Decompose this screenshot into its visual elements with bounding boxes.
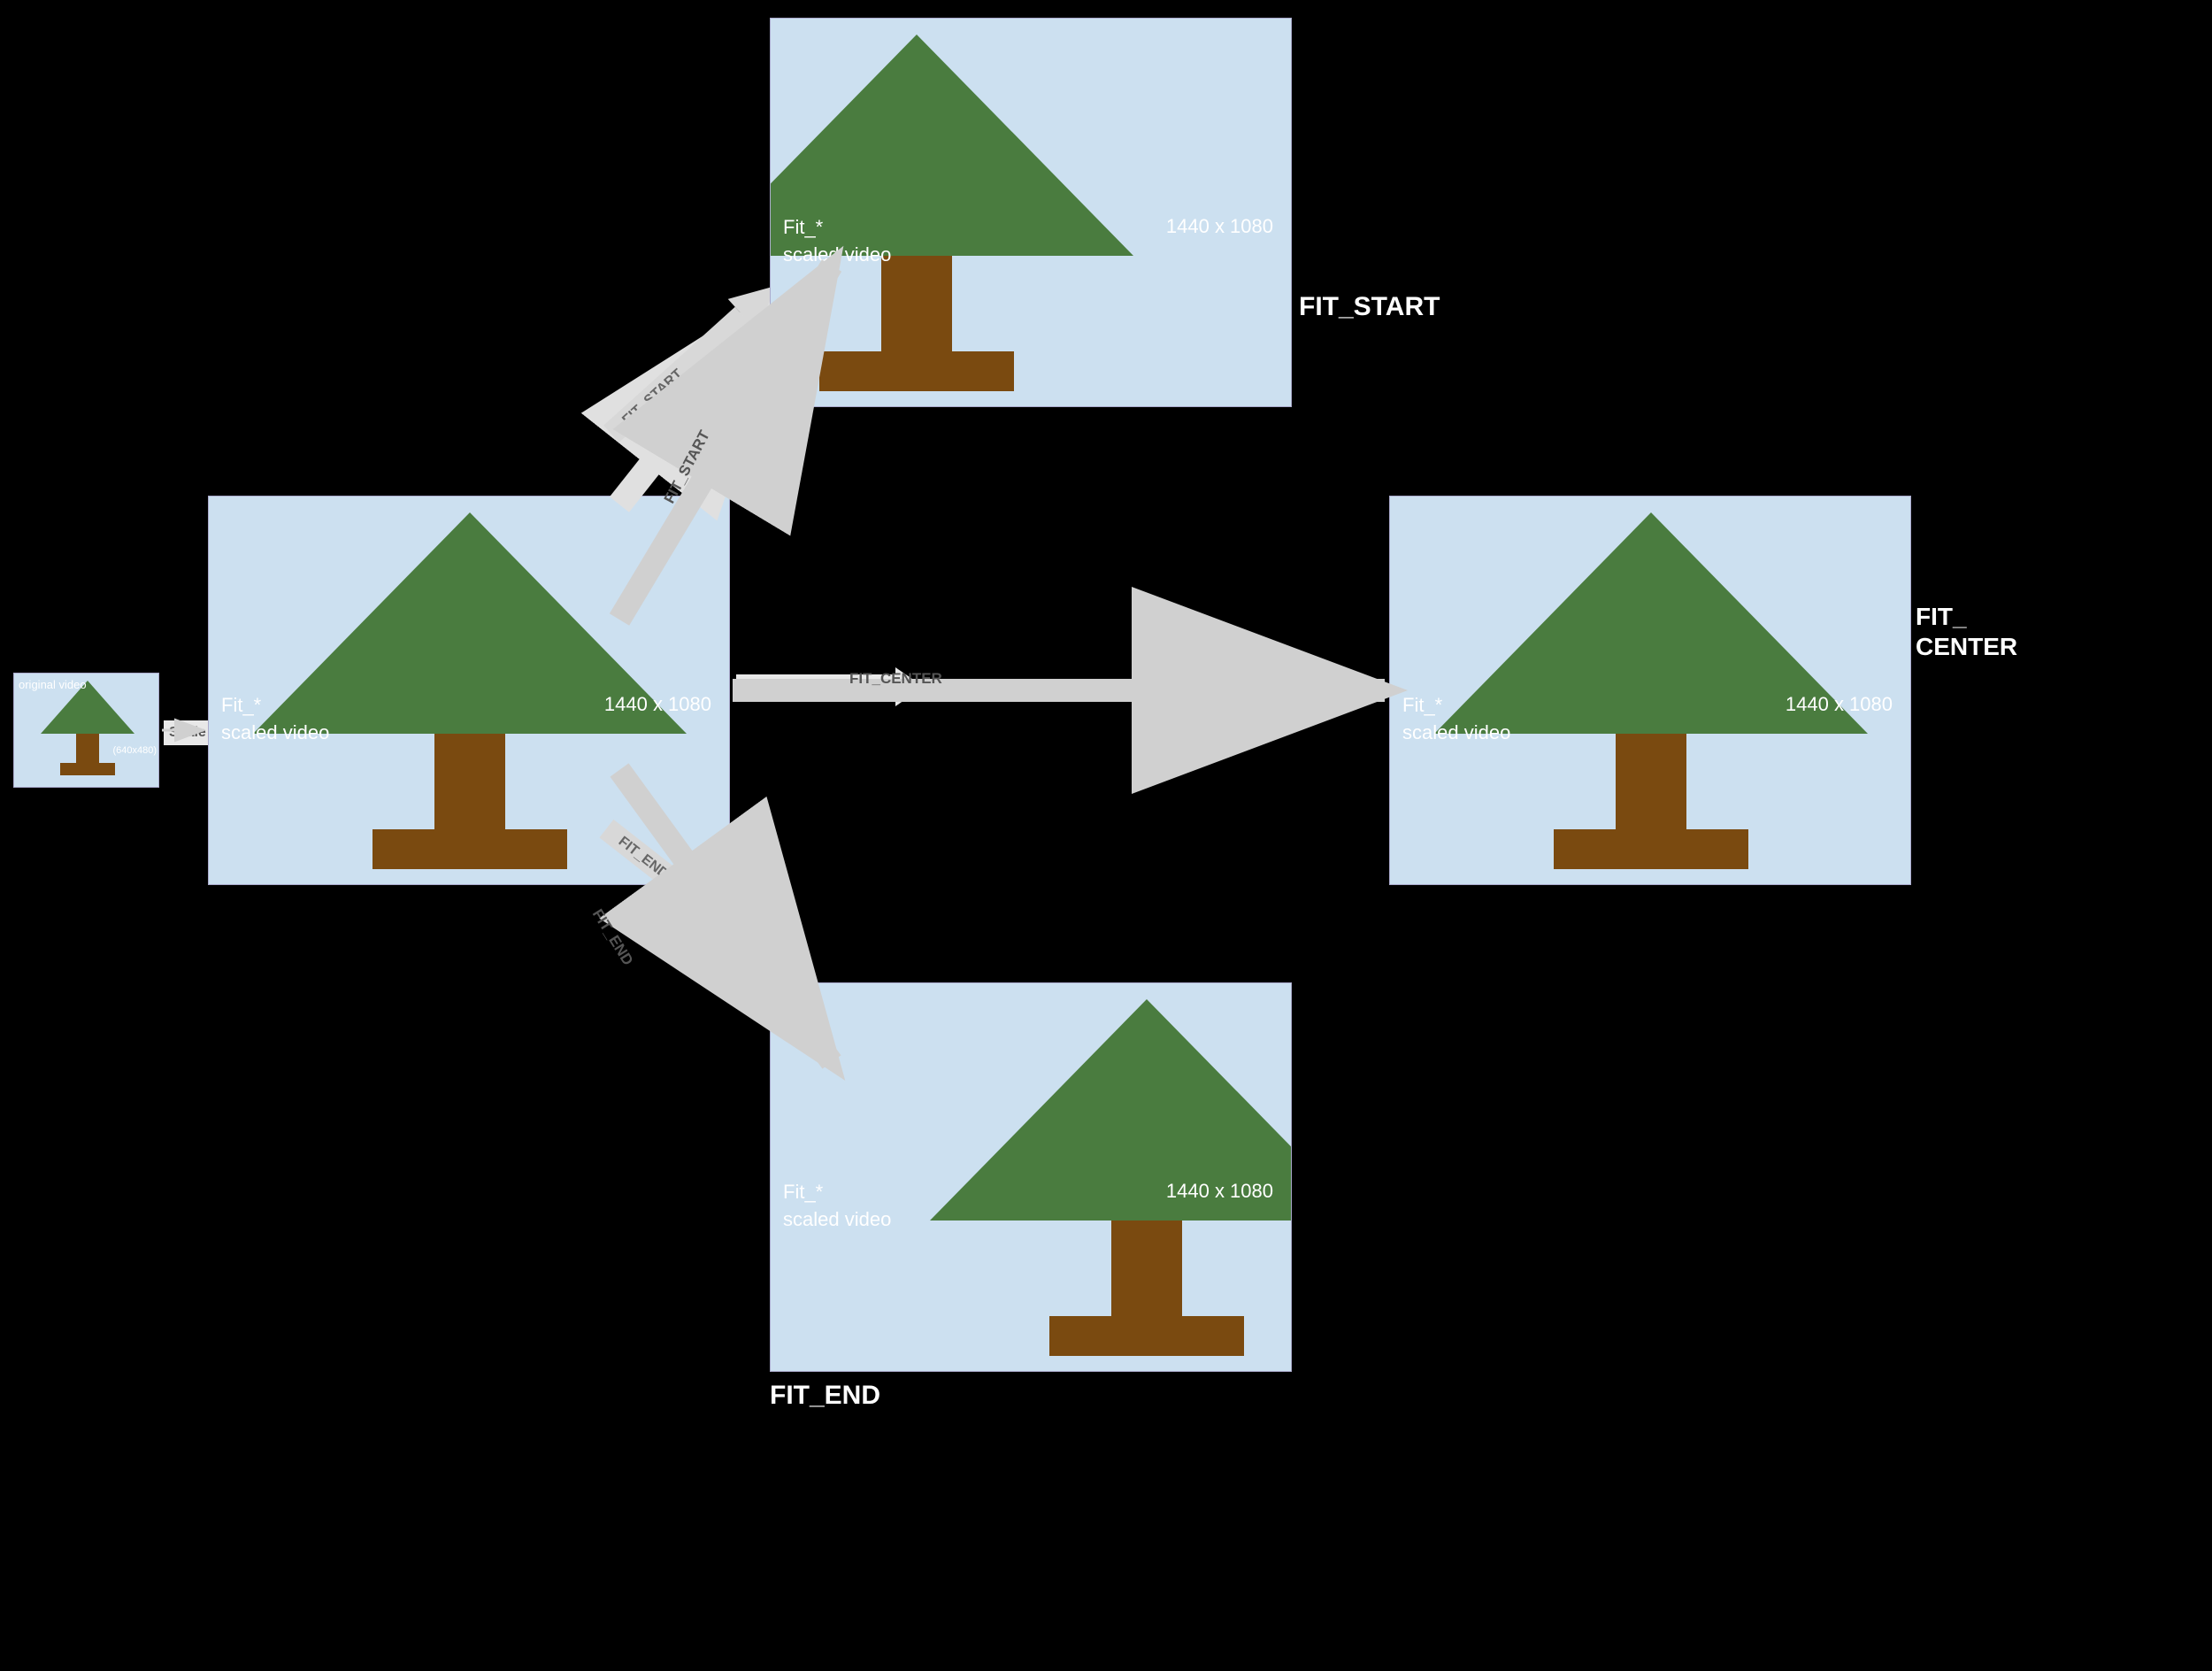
fit-start-mode-label: FIT_START xyxy=(1299,292,1440,322)
original-video-content: original video (640x480) xyxy=(14,674,158,787)
scale-label: Scale xyxy=(169,725,206,741)
fit-end-label: Fit_*scaled video xyxy=(783,1179,891,1234)
fit-center-arrow-body: FIT_CENTER xyxy=(736,674,895,699)
fit-end-video-box: Fit_*scaled video 1440 x 1080 xyxy=(770,982,1292,1372)
fit-center-mode-label: FIT_CENTER xyxy=(1916,602,2017,661)
fit-end-mode-label: FIT_END xyxy=(770,1381,880,1411)
fit-end-video-content: Fit_*scaled video 1440 x 1080 xyxy=(771,983,1291,1371)
original-video-box: original video (640x480) xyxy=(13,673,159,788)
scaled-video-box: Fit_*scaled video 1440 x 1080 xyxy=(208,496,730,885)
fit-center-label: FIT_CENTER xyxy=(741,680,824,695)
fit-center-video-content: Fit_*scaled video 1440 x 1080 xyxy=(1390,497,1910,884)
fit-center-dims: 1440 x 1080 xyxy=(1786,693,1893,716)
fit-start-dims: 1440 x 1080 xyxy=(1166,215,1273,238)
original-video-label: original video xyxy=(19,678,87,693)
fit-center-label-text: Fit_*scaled video xyxy=(1402,692,1510,747)
svg-text:FIT_END: FIT_END xyxy=(616,834,672,882)
svg-text:FIT_START: FIT_START xyxy=(619,366,686,428)
scaled-video-dims: 1440 x 1080 xyxy=(604,693,711,716)
scaled-video-content: Fit_*scaled video 1440 x 1080 xyxy=(209,497,729,884)
fit-start-video-box: Fit_*scaled video 1440 x 1080 xyxy=(770,18,1292,407)
fit-start-video-content: Fit_*scaled video 1440 x 1080 xyxy=(771,19,1291,406)
scaled-video-label: Fit_*scaled video xyxy=(221,692,329,747)
original-video-dims: (640x480) xyxy=(112,745,157,756)
scale-arrow-body: Scale xyxy=(164,720,211,745)
fit-start-label: Fit_*scaled video xyxy=(783,214,891,269)
fit-center-video-box: Fit_*scaled video 1440 x 1080 xyxy=(1389,496,1911,885)
fit-center-arrow: FIT_CENTER xyxy=(736,667,924,706)
fit-center-arrow-head xyxy=(895,667,924,706)
fit-end-dims: 1440 x 1080 xyxy=(1166,1180,1273,1203)
